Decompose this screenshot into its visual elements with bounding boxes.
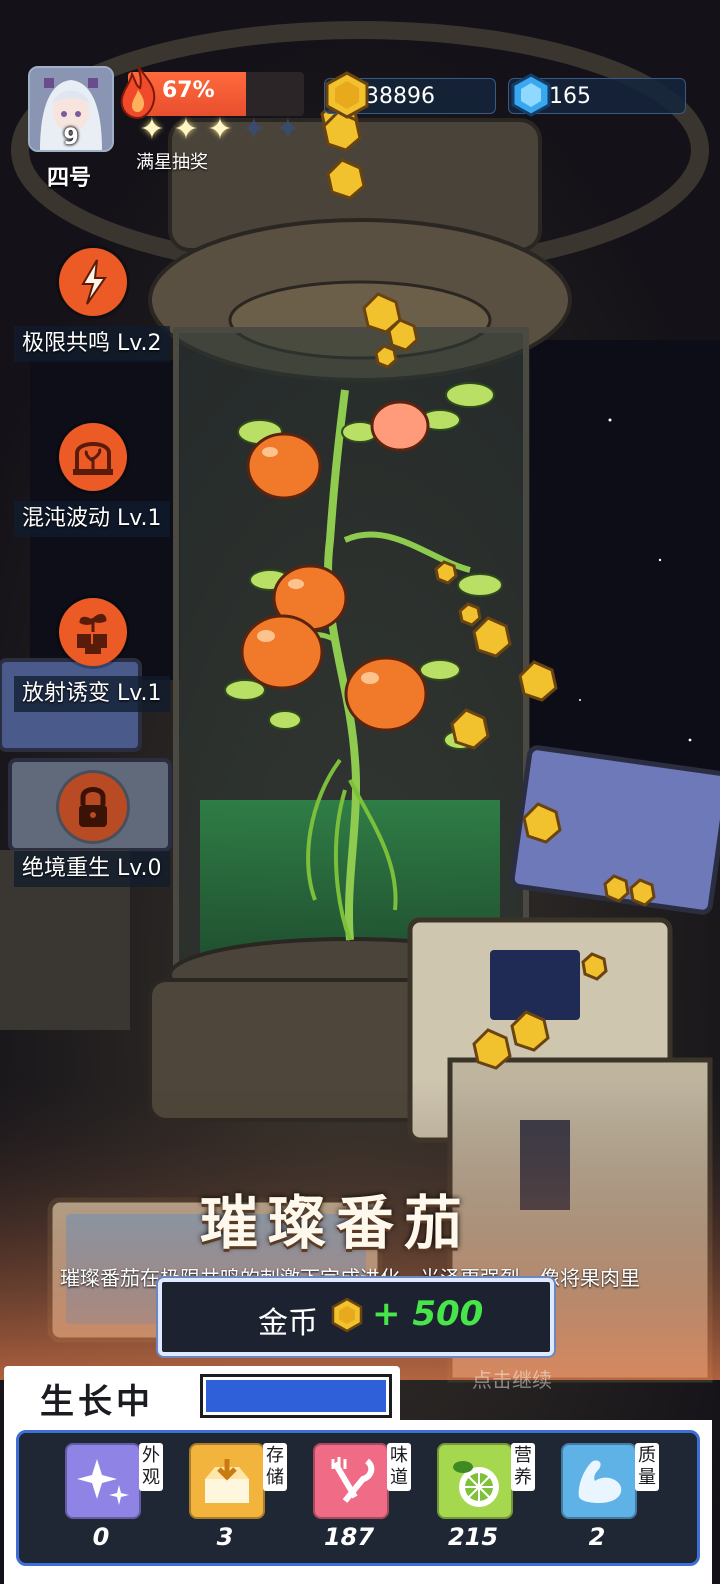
player-avatar[interactable]: 9 — [28, 66, 114, 152]
growth-progress-fill — [206, 1380, 386, 1412]
sparkle-icon — [65, 1443, 141, 1519]
stat-value: 215 — [447, 1523, 499, 1551]
gold-counter: 38896 — [324, 71, 496, 119]
skill-label: 混沌波动 Lv.1 — [14, 501, 170, 537]
stat-storage[interactable]: 存储 3 — [157, 1443, 287, 1559]
lime-icon — [437, 1443, 513, 1519]
star-filled-icon: ✦ — [173, 112, 199, 147]
stat-value: 2 — [588, 1523, 606, 1551]
skill-extreme-resonance[interactable]: 极限共鸣 Lv.2 — [14, 248, 174, 378]
stat-value: 0 — [92, 1523, 110, 1551]
growth-progress-bar — [200, 1374, 392, 1418]
blue-gem-icon — [511, 73, 551, 117]
full-star-lottery-label[interactable]: 满星抽奖 — [136, 148, 208, 174]
player-level: 9 — [63, 125, 79, 150]
storage-box-icon — [189, 1443, 265, 1519]
gem-counter: 165 — [508, 73, 686, 117]
growth-status-label: 生长中 — [40, 1382, 154, 1422]
growth-panel: 生长中 外观 0 存储 3 味道 187 营养 215 质量 2 — [0, 1366, 720, 1584]
star-empty-icon: ✦ — [241, 112, 267, 147]
stats-board: 外观 0 存储 3 味道 187 营养 215 质量 2 — [4, 1420, 712, 1584]
energy-percent: 67% — [162, 78, 215, 103]
stat-quality[interactable]: 质量 2 — [529, 1443, 659, 1559]
gold-coin-icon — [325, 71, 369, 119]
player-name: 四号 — [46, 166, 91, 191]
stat-nutrition[interactable]: 营养 215 — [405, 1443, 535, 1559]
stats-row: 外观 0 存储 3 味道 187 营养 215 质量 2 — [16, 1430, 700, 1566]
stat-taste[interactable]: 味道 187 — [281, 1443, 411, 1559]
skill-label: 放射诱变 Lv.1 — [14, 676, 170, 712]
stat-value: 187 — [323, 1523, 375, 1551]
lightning-leaf-icon — [59, 248, 127, 316]
gold-amount: 38896 — [365, 84, 435, 109]
stat-appearance[interactable]: 外观 0 — [33, 1443, 163, 1559]
muscle-arm-icon — [561, 1443, 637, 1519]
star-filled-icon: ✦ — [207, 112, 233, 147]
star-rating: ✦ ✦ ✦ ✦ ✦ — [136, 114, 304, 146]
skill-label: 绝境重生 Lv.0 — [14, 851, 170, 887]
reward-label: 金币 — [258, 1306, 318, 1341]
star-empty-icon: ✦ — [275, 112, 301, 147]
skill-desperate-rebirth[interactable]: 绝境重生 Lv.0 — [14, 773, 174, 903]
skill-chaos-wave[interactable]: 混沌波动 Lv.1 — [14, 423, 174, 553]
stat-value: 3 — [216, 1523, 234, 1551]
lock-icon — [59, 773, 127, 841]
skill-radiation-mutation[interactable]: 放射诱变 Lv.1 — [14, 598, 174, 728]
evolution-title: 璀璨番茄 — [200, 1189, 473, 1257]
coin-reward-banner: 金币 + 500 — [158, 1278, 554, 1356]
fork-spoon-icon — [313, 1443, 389, 1519]
skill-label: 极限共鸣 Lv.2 — [14, 326, 170, 362]
star-filled-icon: ✦ — [139, 112, 165, 147]
gem-amount: 165 — [549, 84, 591, 109]
growth-status-tab: 生长中 — [4, 1366, 400, 1424]
sprout-boxes-icon — [59, 598, 127, 666]
gold-coin-icon — [331, 1298, 363, 1332]
reward-amount: + 500 — [372, 1294, 484, 1334]
stat-tag: 质量 — [635, 1443, 659, 1491]
plant-dome-icon — [59, 423, 127, 491]
